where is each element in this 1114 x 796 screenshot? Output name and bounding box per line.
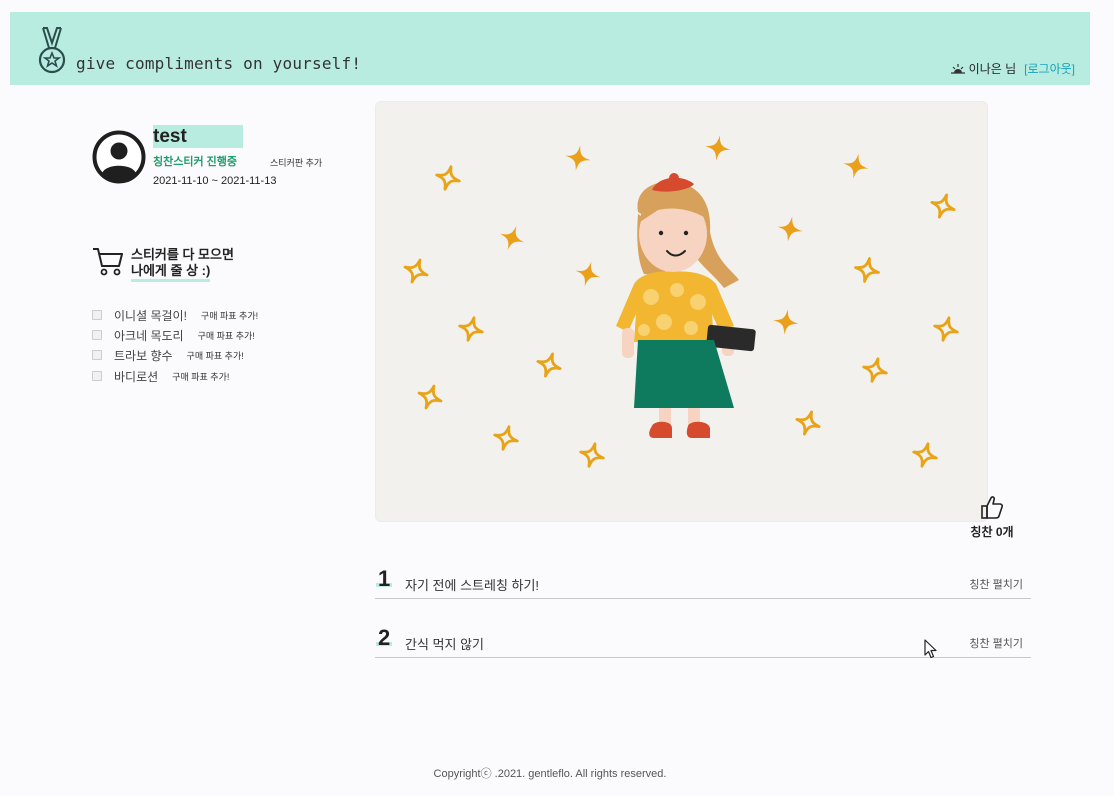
- expand-compliment-button[interactable]: 칭찬 펼치기: [969, 576, 1023, 592]
- wish-label: 트라보 향수: [114, 348, 173, 363]
- checkbox[interactable]: [92, 350, 102, 360]
- mouse-cursor-icon: [924, 639, 937, 659]
- medal-icon: [38, 27, 66, 74]
- wish-label: 바디로션: [114, 369, 159, 384]
- like-suffix: 개: [1002, 525, 1014, 539]
- add-purchase-vote-button[interactable]: 구매 파표 추가!: [172, 370, 229, 383]
- sun-icon: [950, 63, 965, 74]
- checkbox[interactable]: [92, 371, 102, 381]
- add-purchase-vote-button[interactable]: 구매 파표 추가!: [201, 309, 258, 322]
- like-count-value: 0: [995, 525, 1003, 539]
- task-text: 간식 먹지 않기: [405, 637, 484, 652]
- date-range: 2021-11-10 ~ 2021-11-13: [153, 175, 277, 187]
- user-avatar-icon: [92, 130, 146, 184]
- list-item: 트라보 향수 구매 파표 추가!: [92, 346, 244, 364]
- list-item: 이니셜 목걸이! 구매 파표 추가!: [92, 306, 258, 324]
- list-item: 바디로션 구매 파표 추가!: [92, 367, 229, 385]
- girl-with-stars-illustration: [376, 102, 987, 521]
- like-widget: 칭찬 0개: [966, 495, 1018, 540]
- list-item: 아크네 목도리 구매 파표 추가!: [92, 326, 255, 344]
- user-name: 이나은 님: [968, 62, 1017, 76]
- add-purchase-vote-button[interactable]: 구매 파표 추가!: [187, 349, 244, 362]
- checkbox[interactable]: [92, 310, 102, 320]
- add-purchase-vote-button[interactable]: 구매 파표 추가!: [198, 329, 255, 342]
- task-number: 2: [376, 625, 393, 650]
- task-text: 자기 전에 스트레칭 하기!: [405, 578, 540, 593]
- wish-label: 이니셜 목걸이!: [114, 308, 187, 323]
- reward-heading-line2: 나에게 줄 상 :): [131, 263, 211, 282]
- top-header: give compliments on yourself! 이나은 님 [로그아…: [10, 12, 1090, 85]
- cart-icon: [93, 248, 123, 276]
- like-prefix: 칭찬: [970, 525, 996, 539]
- profile-name: test: [153, 125, 243, 148]
- wish-label: 아크네 목도리: [114, 328, 184, 343]
- sticker-board-illustration: [375, 101, 988, 522]
- add-sticker-board-button[interactable]: 스티커판 추가: [270, 156, 322, 169]
- task-row: 1 자기 전에 스트레칭 하기! 칭찬 펼치기: [375, 567, 1031, 599]
- reward-heading-line1: 스티커를 다 모으면: [131, 247, 234, 262]
- footer-copyright: Copyrightⓒ .2021. gentleflo. All rights …: [433, 768, 667, 780]
- thumbs-up-icon[interactable]: [981, 495, 1003, 519]
- site-title: give compliments on yourself!: [76, 54, 362, 73]
- user-info: 이나은 님 [로그아웃]: [950, 60, 1075, 77]
- like-count: 칭찬 0개: [966, 523, 1018, 540]
- logout-link[interactable]: [로그아웃]: [1024, 60, 1075, 77]
- task-number: 1: [376, 566, 393, 591]
- expand-compliment-button[interactable]: 칭찬 펼치기: [969, 635, 1023, 651]
- checkbox[interactable]: [92, 330, 102, 340]
- status-text: 칭찬스티커 진행중: [153, 156, 238, 168]
